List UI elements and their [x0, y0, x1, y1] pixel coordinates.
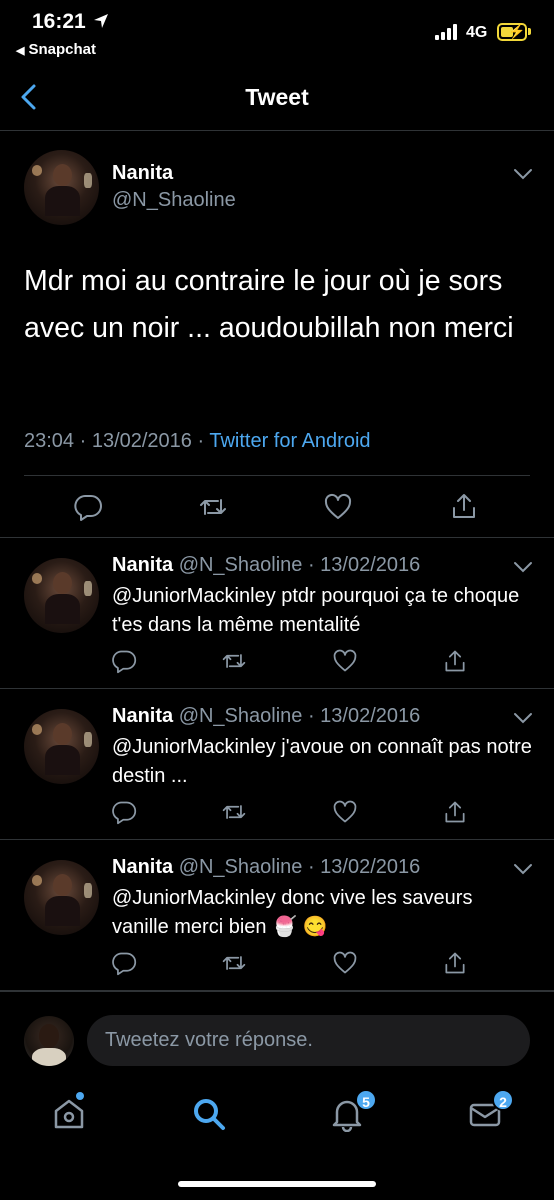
network-type: 4G	[466, 24, 488, 41]
retweet-icon[interactable]	[221, 950, 247, 976]
author-name[interactable]: Nanita	[112, 162, 173, 185]
notifications-badge: 5	[355, 1089, 377, 1111]
retweet-icon[interactable]	[221, 799, 247, 825]
share-icon[interactable]	[442, 950, 468, 976]
retweet-icon[interactable]	[221, 648, 247, 674]
tweet-text: Mdr moi au contraire le jour où je sors …	[24, 265, 514, 344]
battery-charging-icon: ⚡	[497, 23, 527, 41]
reply-date: · 13/02/2016	[307, 554, 421, 576]
reply-icon[interactable]	[111, 799, 137, 825]
divider	[0, 990, 554, 992]
location-arrow-icon	[94, 14, 108, 28]
like-heart-icon[interactable]	[332, 648, 358, 674]
share-icon[interactable]	[442, 648, 468, 674]
chevron-down-icon[interactable]	[513, 712, 533, 724]
chevron-down-icon[interactable]	[513, 168, 533, 180]
reply-icon[interactable]	[111, 648, 137, 674]
reply-avatar[interactable]	[24, 709, 99, 784]
reply-date: · 13/02/2016	[307, 705, 421, 727]
chevron-down-icon[interactable]	[513, 561, 533, 573]
divider	[24, 475, 530, 476]
reply-avatar[interactable]	[24, 558, 99, 633]
like-heart-icon[interactable]	[323, 492, 353, 522]
reply-text: @JuniorMackinley donc vive les saveurs v…	[112, 887, 473, 938]
like-heart-icon[interactable]	[332, 950, 358, 976]
reply-tweet[interactable]: Nanita @N_Shaoline · 13/02/2016 @JuniorM…	[0, 538, 554, 689]
home-indicator	[178, 1181, 376, 1187]
reply-avatar[interactable]	[24, 860, 99, 935]
reply-compose-input[interactable]: Tweetez votre réponse.	[87, 1015, 530, 1066]
battery-tip	[528, 28, 531, 35]
top-nav: Tweet	[0, 66, 554, 131]
chevron-down-icon[interactable]	[513, 863, 533, 875]
reply-author-handle[interactable]: @N_Shaoline	[179, 856, 303, 878]
tweet-source-link[interactable]: Twitter for Android	[209, 430, 370, 452]
reply-author-name[interactable]: Nanita	[112, 554, 173, 576]
reply-text: @JuniorMackinley j'avoue on connaît pas …	[112, 736, 532, 787]
reply-date: · 13/02/2016	[307, 856, 421, 878]
retweet-icon[interactable]	[198, 492, 228, 522]
tweet-meta: 23:04 · 13/02/2016 · Twitter for Android	[24, 430, 371, 453]
reply-author-handle[interactable]: @N_Shaoline	[179, 554, 303, 576]
page-title: Tweet	[245, 84, 309, 110]
reply-tweet[interactable]: Nanita @N_Shaoline · 13/02/2016 @JuniorM…	[0, 689, 554, 840]
reply-author-handle[interactable]: @N_Shaoline	[179, 705, 303, 727]
reply-header: Nanita @N_Shaoline · 13/02/2016	[112, 856, 420, 879]
current-user-avatar[interactable]	[24, 1016, 74, 1066]
signal-icon	[435, 24, 459, 40]
status-bar: 16:21 ◀ Snapchat 4G ⚡	[0, 0, 554, 66]
reply-tweet[interactable]: Nanita @N_Shaoline · 13/02/2016 @JuniorM…	[0, 840, 554, 991]
home-icon[interactable]	[51, 1096, 87, 1132]
reply-author-name[interactable]: Nanita	[112, 856, 173, 878]
status-time: 16:21	[32, 10, 86, 33]
reply-icon[interactable]	[73, 492, 103, 522]
home-unread-dot	[76, 1092, 84, 1100]
share-icon[interactable]	[442, 799, 468, 825]
author-avatar[interactable]	[24, 150, 99, 225]
author-handle[interactable]: @N_Shaoline	[112, 189, 236, 212]
back-to-app-link[interactable]: ◀ Snapchat	[16, 41, 96, 58]
tweet-timestamp: 23:04 · 13/02/2016 ·	[24, 430, 210, 452]
reply-text: @JuniorMackinley ptdr pourquoi ça te cho…	[112, 585, 520, 636]
back-triangle-icon: ◀	[16, 45, 25, 57]
search-icon[interactable]	[191, 1096, 227, 1132]
reply-author-name[interactable]: Nanita	[112, 705, 173, 727]
reply-header: Nanita @N_Shaoline · 13/02/2016	[112, 554, 420, 577]
messages-badge: 2	[492, 1089, 514, 1111]
back-app-label: Snapchat	[28, 41, 96, 58]
reply-header: Nanita @N_Shaoline · 13/02/2016	[112, 705, 420, 728]
share-icon[interactable]	[449, 491, 479, 521]
reply-icon[interactable]	[111, 950, 137, 976]
like-heart-icon[interactable]	[332, 799, 358, 825]
